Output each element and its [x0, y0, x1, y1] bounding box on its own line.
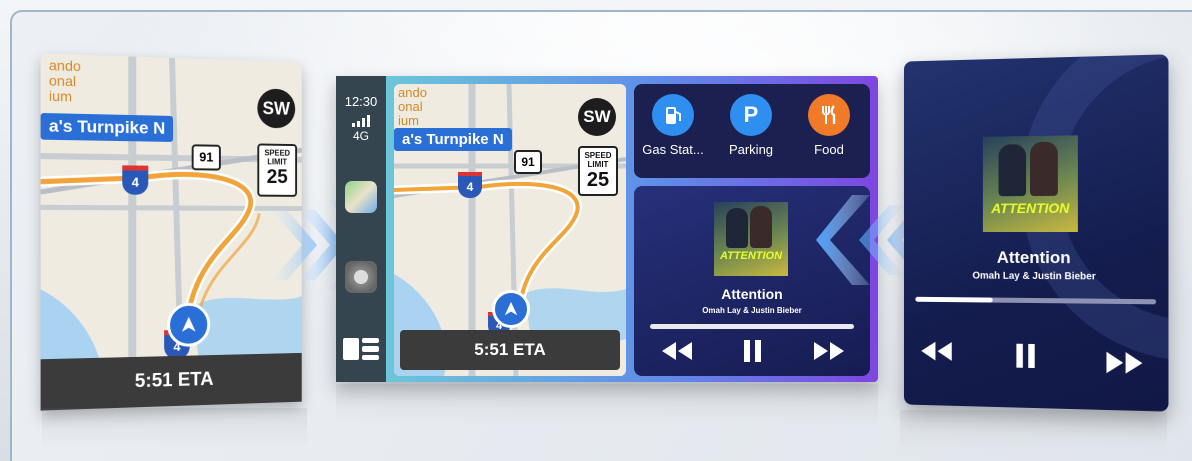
road-name-label: a's Turnpike N — [40, 112, 174, 142]
highway-91-shield: 91 — [514, 150, 542, 174]
fast-forward-icon — [1106, 351, 1143, 374]
speed-limit-text: LIMIT — [267, 157, 288, 167]
fast-forward-button[interactable] — [1104, 349, 1145, 381]
track-artist: Omah Lay & Justin Bieber — [972, 270, 1096, 283]
speed-limit-sign: SPEED LIMIT 25 — [257, 143, 298, 197]
pause-icon — [1016, 343, 1035, 369]
pause-icon — [744, 340, 761, 362]
gas-pump-icon — [652, 94, 694, 136]
album-art-text: ATTENTION — [719, 250, 783, 262]
progress-bar[interactable] — [650, 324, 854, 329]
right-panel-reflection — [900, 410, 1167, 450]
settings-app-icon[interactable] — [345, 261, 377, 293]
fork-knife-icon — [808, 94, 850, 136]
road-name-label: a's Turnpike N — [394, 128, 512, 151]
speed-limit-text: SPEED — [584, 151, 612, 160]
carplay-screen: 12:30 4G ando onal ium a's Turnpike N SW… — [336, 76, 878, 382]
center-map-panel[interactable]: ando onal ium a's Turnpike N SW 91 4 4 S… — [394, 84, 626, 376]
dashboard-toggle-icon[interactable] — [343, 338, 379, 360]
speed-limit-sign: SPEED LIMIT 25 — [578, 146, 618, 196]
interstate-4-shield: 4 — [458, 172, 482, 198]
eta-bar[interactable]: 5:51 ETA — [40, 352, 302, 411]
avatar[interactable]: SW — [578, 98, 616, 136]
speed-limit-value: 25 — [266, 166, 288, 188]
rewind-icon — [662, 342, 692, 360]
poi-gas-station[interactable]: Gas Stat... — [638, 94, 708, 157]
avatar[interactable]: SW — [257, 88, 296, 129]
poi-label: ando onal ium — [48, 56, 81, 105]
fast-forward-icon — [814, 342, 844, 360]
rewind-button[interactable] — [919, 339, 954, 368]
album-art-text: ATTENTION — [991, 199, 1070, 217]
poi-label: Food — [814, 142, 844, 157]
progress-bar[interactable] — [915, 296, 1157, 305]
poi-label: ando onal ium — [398, 85, 427, 128]
poi-food[interactable]: Food — [794, 94, 864, 157]
status-bar: 12:30 4G — [336, 76, 386, 382]
highway-91-shield: 91 — [191, 144, 221, 171]
album-art[interactable]: ATTENTION — [982, 135, 1078, 233]
track-title: Attention — [996, 247, 1071, 268]
parking-icon: P — [730, 94, 772, 136]
center-screen-reflection — [336, 384, 878, 424]
rewind-button[interactable] — [660, 340, 694, 367]
left-panel-reflection — [42, 408, 307, 448]
poi-label: Parking — [728, 142, 774, 157]
track-artist: Omah Lay & Justin Bieber — [702, 306, 802, 315]
now-playing-large-panel: ATTENTION Attention Omah Lay & Justin Bi… — [903, 54, 1169, 412]
speed-limit-text: SPEED — [264, 148, 291, 158]
eta-bar[interactable]: 5:51 ETA — [400, 330, 620, 370]
speed-limit-text: LIMIT — [587, 160, 609, 169]
network-type: 4G — [352, 129, 369, 143]
interstate-4-shield: 4 — [122, 165, 149, 195]
maps-app-icon[interactable] — [345, 181, 377, 213]
signal-icon — [351, 115, 371, 127]
pause-button[interactable] — [742, 339, 764, 368]
speed-limit-value: 25 — [586, 169, 610, 191]
rewind-icon — [921, 341, 952, 361]
progress-fill — [915, 296, 993, 303]
poi-parking[interactable]: P Parking — [716, 94, 786, 157]
album-art[interactable]: ATTENTION — [714, 202, 788, 276]
fast-forward-button[interactable] — [812, 340, 846, 367]
poi-label: Gas Stat... — [642, 142, 704, 157]
poi-shortcuts-panel: Gas Stat... P Parking Food — [634, 84, 870, 178]
navigation-arrow-icon — [492, 290, 530, 328]
clock-text: 12:30 — [344, 94, 378, 109]
pause-button[interactable] — [1014, 342, 1038, 375]
